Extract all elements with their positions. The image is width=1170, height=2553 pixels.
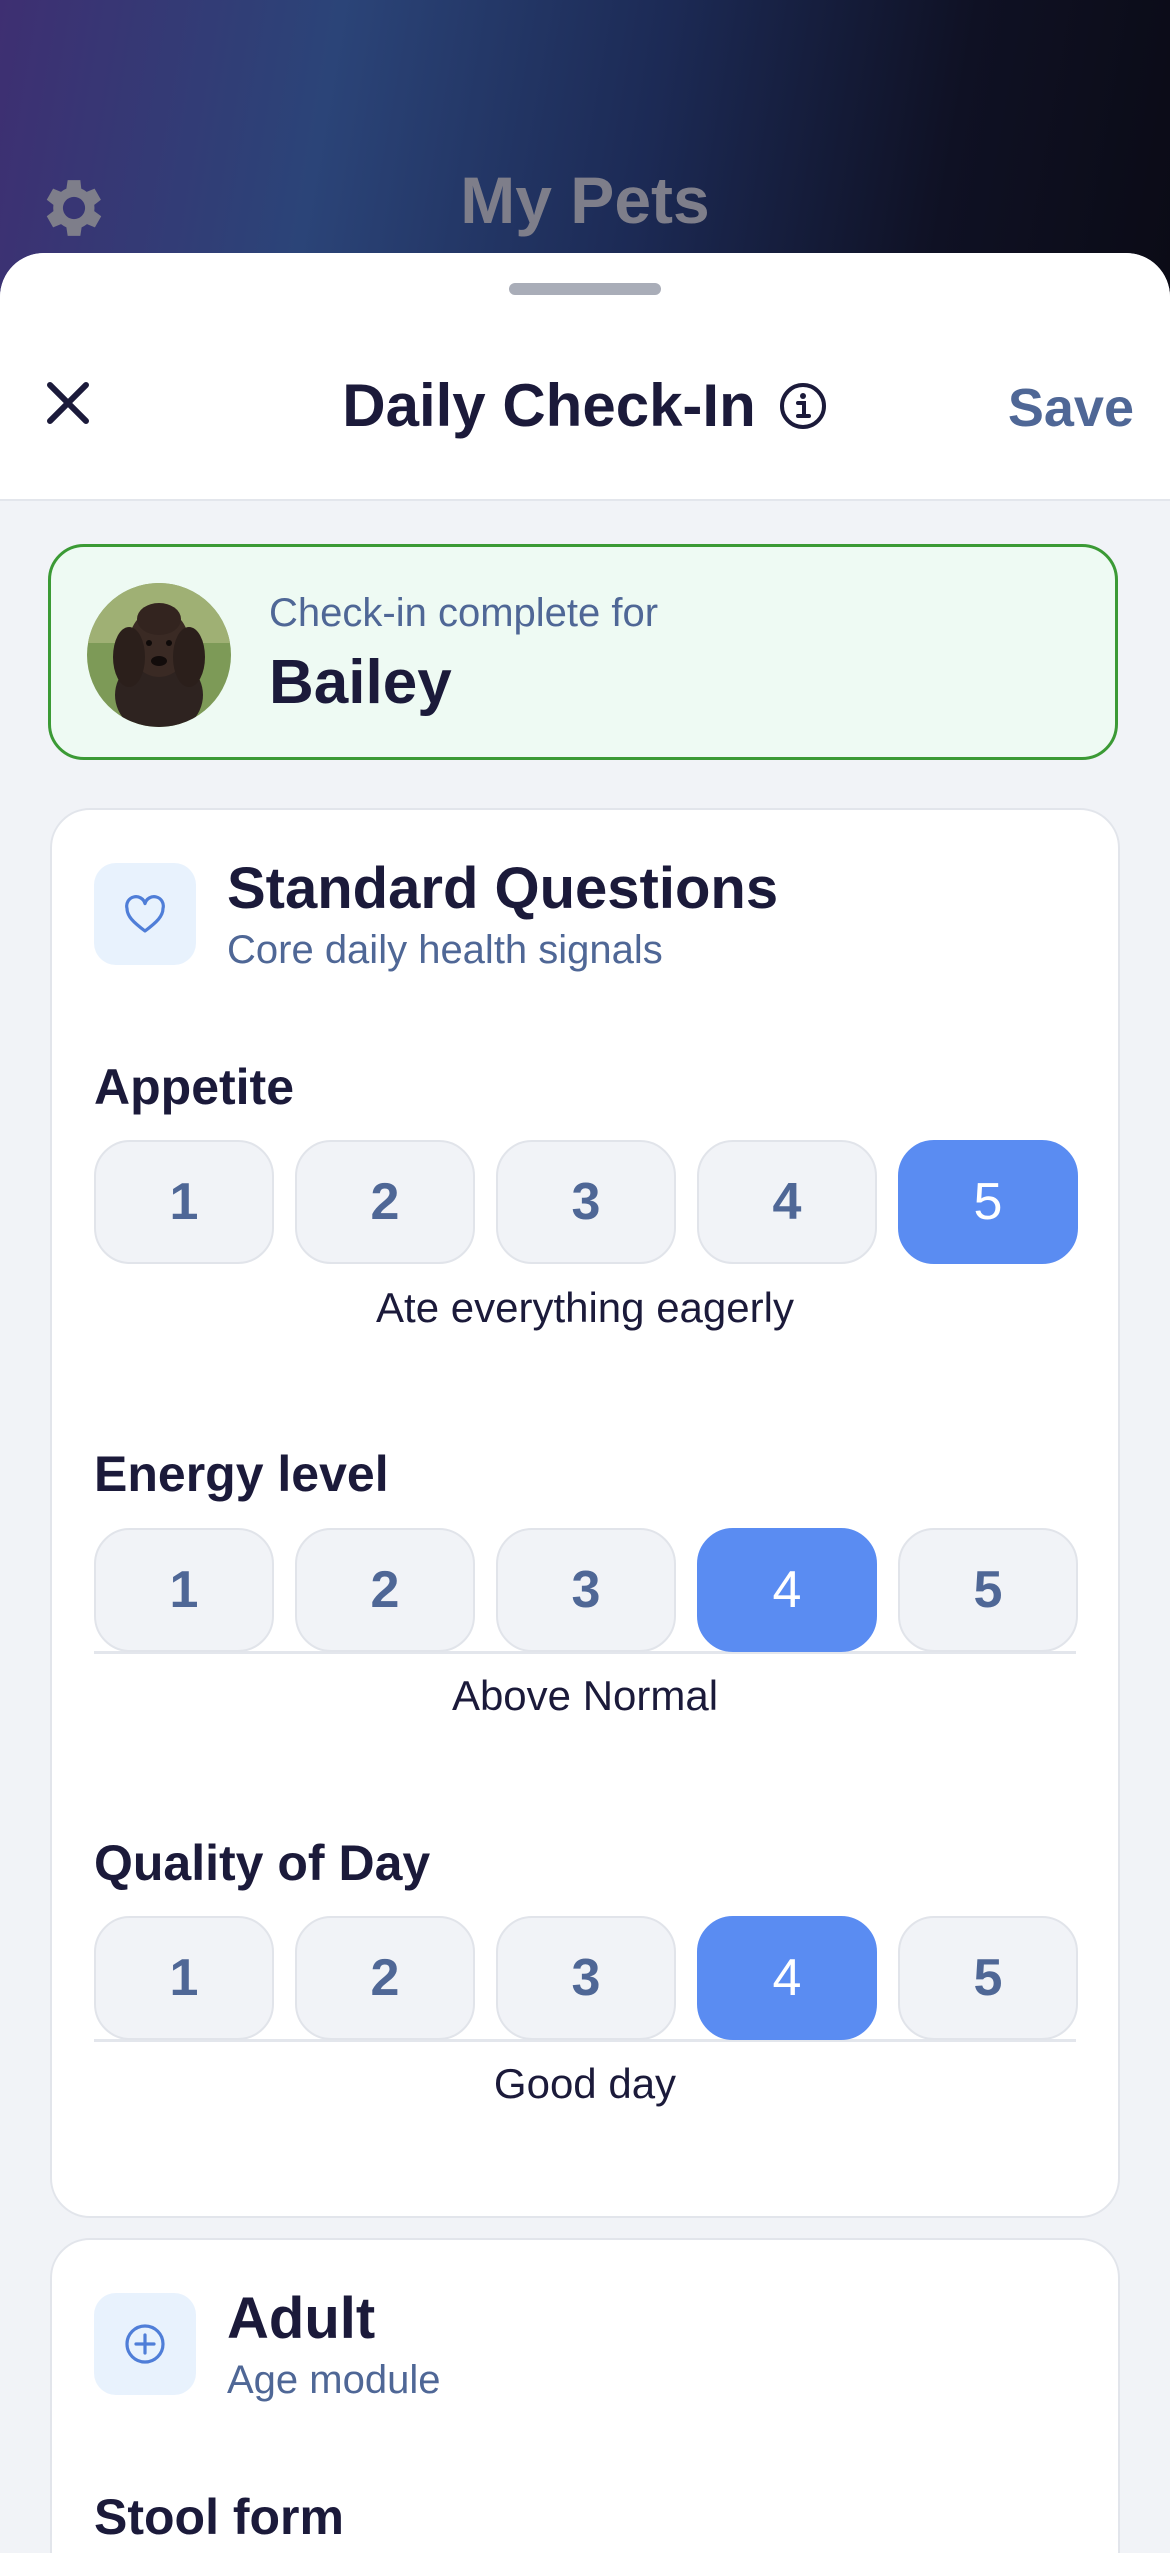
heart-icon bbox=[125, 895, 165, 933]
energy-option-1[interactable]: 1 bbox=[94, 1528, 274, 1652]
quality-option-5[interactable]: 5 bbox=[898, 1916, 1078, 2040]
quality-option-3[interactable]: 3 bbox=[496, 1916, 676, 2040]
question-label-quality: Quality of Day bbox=[94, 1835, 431, 1891]
pet-name: Bailey bbox=[269, 648, 452, 717]
quality-option-1[interactable]: 1 bbox=[94, 1916, 274, 2040]
adult-subtitle: Age module bbox=[227, 2358, 441, 2402]
card-subtitle: Core daily health signals bbox=[227, 928, 663, 972]
info-icon[interactable] bbox=[778, 381, 828, 431]
card-title: Standard Questions bbox=[227, 856, 779, 921]
question-label-appetite: Appetite bbox=[94, 1059, 294, 1115]
energy-option-3[interactable]: 3 bbox=[496, 1528, 676, 1652]
appetite-description: Ate everything eagerly bbox=[376, 1284, 794, 1331]
appetite-option-5[interactable]: 5 bbox=[898, 1140, 1078, 1264]
adult-module-card: Adult Age module Stool form bbox=[50, 2238, 1120, 2553]
question-label-energy: Energy level bbox=[94, 1446, 389, 1502]
heart-icon-box bbox=[94, 863, 196, 965]
sheet-title: Daily Check-In bbox=[0, 371, 1170, 440]
background-title: My Pets bbox=[460, 163, 710, 237]
plus-circle-icon-box bbox=[94, 2293, 196, 2395]
appetite-option-2[interactable]: 2 bbox=[295, 1140, 475, 1264]
energy-option-2[interactable]: 2 bbox=[295, 1528, 475, 1652]
appetite-option-3[interactable]: 3 bbox=[496, 1140, 676, 1264]
adult-title: Adult bbox=[227, 2286, 376, 2351]
sheet-header: Daily Check-In Save bbox=[0, 253, 1170, 501]
check-in-complete-banner: Check-in complete for Bailey bbox=[48, 544, 1118, 760]
banner-subtitle: Check-in complete for bbox=[269, 591, 659, 635]
sheet-title-text: Daily Check-In bbox=[342, 372, 756, 439]
appetite-option-4[interactable]: 4 bbox=[697, 1140, 877, 1264]
sheet-grabber[interactable] bbox=[509, 283, 661, 295]
energy-description: Above Normal bbox=[451, 1672, 719, 1719]
quality-option-2[interactable]: 2 bbox=[295, 1916, 475, 2040]
quality-description: Good day bbox=[493, 2060, 677, 2107]
question-label-stool-form: Stool form bbox=[94, 2489, 344, 2545]
quality-option-4[interactable]: 4 bbox=[697, 1916, 877, 2040]
pet-avatar bbox=[87, 583, 231, 727]
plus-circle-icon bbox=[125, 2324, 165, 2364]
save-button[interactable]: Save bbox=[1008, 377, 1134, 439]
daily-check-in-sheet: Daily Check-In Save Check-in complete fo… bbox=[0, 253, 1170, 2553]
energy-option-5[interactable]: 5 bbox=[898, 1528, 1078, 1652]
energy-option-4[interactable]: 4 bbox=[697, 1528, 877, 1652]
appetite-option-1[interactable]: 1 bbox=[94, 1140, 274, 1264]
standard-questions-card: Standard Questions Core daily health sig… bbox=[50, 808, 1120, 2218]
